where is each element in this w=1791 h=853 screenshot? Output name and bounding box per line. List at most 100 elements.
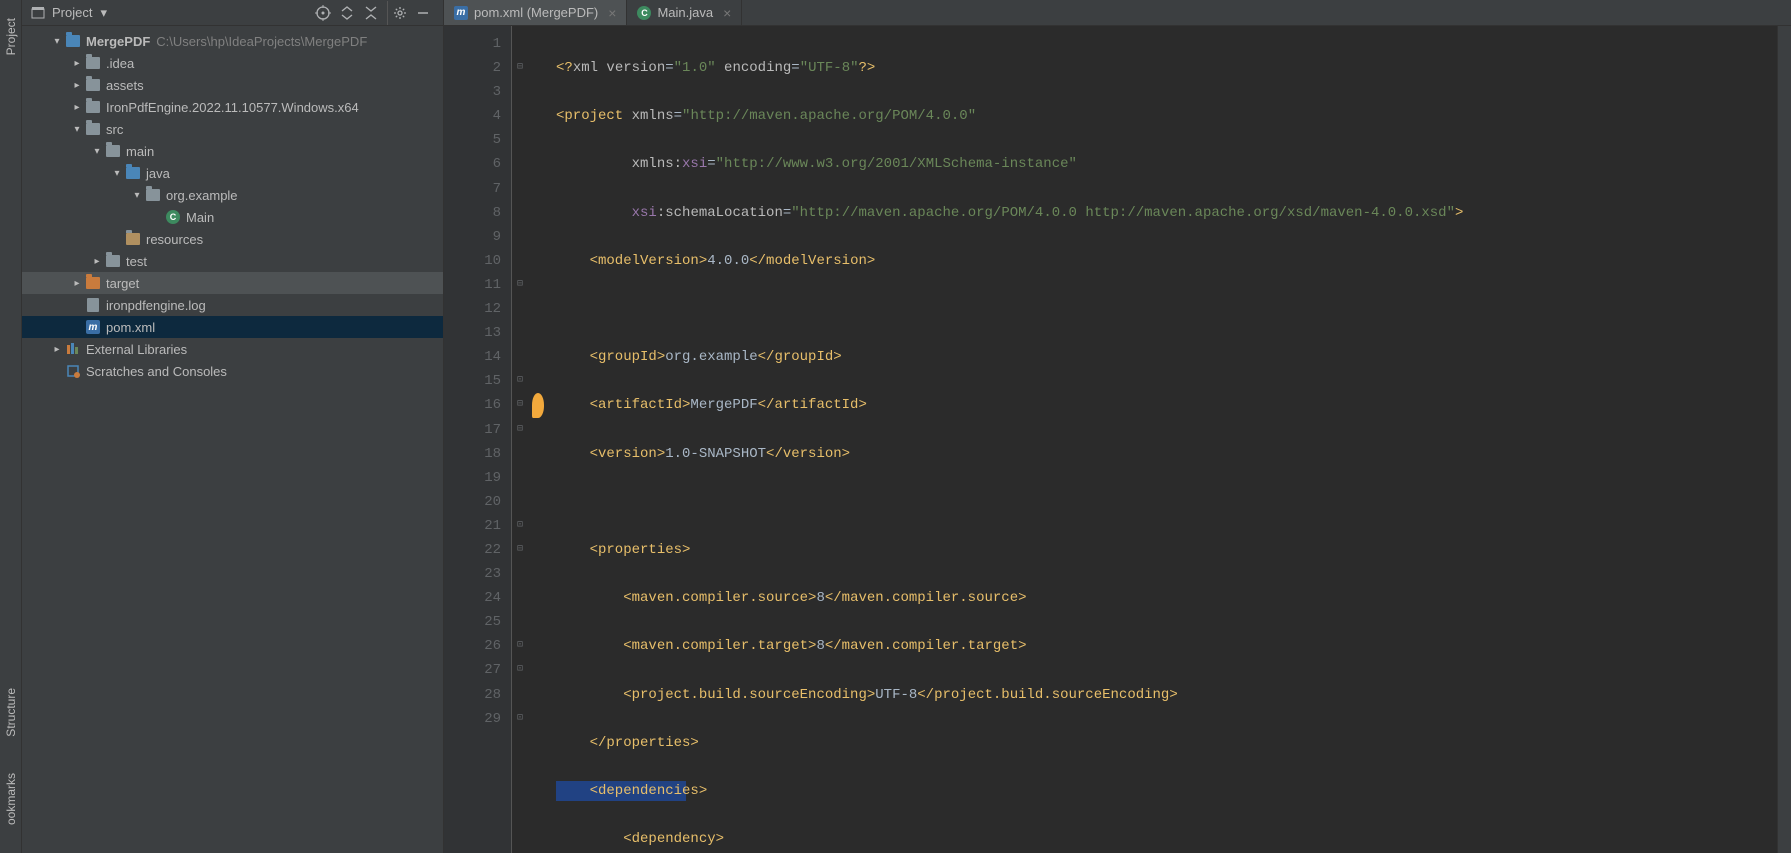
- tree-item-external-libs[interactable]: ▸ External Libraries: [22, 338, 443, 360]
- code-token: <maven.compiler.target>: [556, 638, 816, 654]
- code-content[interactable]: <?xml version="1.0" encoding="UTF-8"?> <…: [548, 26, 1777, 853]
- project-tree[interactable]: ▾ MergePDF C:\Users\hp\IdeaProjects\Merg…: [22, 26, 443, 853]
- tree-label: resources: [146, 232, 203, 247]
- chevron-right-icon[interactable]: ▸: [50, 344, 64, 355]
- chevron-down-icon[interactable]: ▾: [130, 190, 144, 201]
- code-token: </properties>: [556, 735, 699, 751]
- editor-body[interactable]: 1234567891011121314151617181920212223242…: [444, 26, 1791, 853]
- close-icon[interactable]: ×: [723, 5, 731, 21]
- tree-item-main[interactable]: ▾ main: [22, 140, 443, 162]
- chevron-right-icon[interactable]: ▸: [90, 256, 104, 267]
- tree-label: java: [146, 166, 170, 181]
- code-token: "http://maven.apache.org/POM/4.0.0": [682, 108, 976, 124]
- chevron-down-icon[interactable]: ▾: [50, 36, 64, 47]
- bookmarks-tool-button[interactable]: ookmarks: [4, 765, 18, 833]
- tree-item-target[interactable]: ▸ target: [22, 272, 443, 294]
- class-run-icon: C: [164, 210, 182, 224]
- code-token: </artifactId>: [758, 397, 867, 413]
- folder-icon: [104, 255, 122, 267]
- tree-item-main-class[interactable]: C Main: [22, 206, 443, 228]
- code-token: </version>: [766, 446, 850, 462]
- project-header-title: Project: [52, 5, 92, 20]
- tree-item-test[interactable]: ▸ test: [22, 250, 443, 272]
- code-token: encoding: [716, 60, 792, 76]
- chevron-right-icon[interactable]: ▸: [70, 58, 84, 69]
- code-token: =: [665, 60, 673, 76]
- code-token: <dependencies>: [556, 783, 707, 799]
- intention-bulb-icon[interactable]: [532, 393, 544, 417]
- tab-label: pom.xml (MergePDF): [474, 5, 598, 20]
- fold-column[interactable]: ⊟⊟⊡⊟⊟⊡⊟⊡⊡⊡: [512, 26, 528, 853]
- tree-item-java[interactable]: ▾ java: [22, 162, 443, 184]
- tree-label: ironpdfengine.log: [106, 298, 206, 313]
- code-token: <maven.compiler.source>: [556, 590, 816, 606]
- settings-icon[interactable]: [387, 1, 411, 25]
- tab-main-java[interactable]: C Main.java ×: [627, 0, 742, 25]
- code-token: <artifactId>: [556, 397, 690, 413]
- tree-label: MergePDF: [86, 34, 150, 49]
- code-token: UTF-8: [875, 687, 917, 703]
- folder-icon: [84, 123, 102, 135]
- chevron-down-icon[interactable]: ▾: [100, 5, 107, 21]
- tree-item-resources[interactable]: resources: [22, 228, 443, 250]
- tree-item-ironengine[interactable]: ▸ IronPdfEngine.2022.11.10577.Windows.x6…: [22, 96, 443, 118]
- code-token: 8: [816, 638, 824, 654]
- editor-tabs: m pom.xml (MergePDF) × C Main.java ×: [444, 0, 1791, 26]
- code-token: xsi: [632, 205, 657, 221]
- code-token: <project.build.sourceEncoding>: [556, 687, 875, 703]
- tree-root[interactable]: ▾ MergePDF C:\Users\hp\IdeaProjects\Merg…: [22, 30, 443, 52]
- tree-item-assets[interactable]: ▸ assets: [22, 74, 443, 96]
- code-token: </project.build.sourceEncoding>: [917, 687, 1177, 703]
- code-token: =: [791, 60, 799, 76]
- code-token: :schemaLocation: [657, 205, 783, 221]
- code-token: <groupId>: [556, 349, 665, 365]
- left-toolbar: Project Structure ookmarks: [0, 0, 22, 853]
- tree-item-pom[interactable]: m pom.xml: [22, 316, 443, 338]
- project-header: Project ▾: [22, 0, 443, 26]
- project-view-icon[interactable]: [30, 5, 46, 21]
- chevron-down-icon[interactable]: ▾: [110, 168, 124, 179]
- tree-item-src[interactable]: ▾ src: [22, 118, 443, 140]
- resources-folder-icon: [124, 233, 142, 245]
- tree-label: .idea: [106, 56, 134, 71]
- target-icon[interactable]: [311, 1, 335, 25]
- close-icon[interactable]: ×: [608, 5, 616, 21]
- maven-icon: m: [84, 320, 102, 334]
- code-token: <properties>: [556, 542, 690, 558]
- package-icon: [144, 189, 162, 201]
- tree-label: Main: [186, 210, 214, 225]
- tree-item-log[interactable]: ironpdfengine.log: [22, 294, 443, 316]
- chevron-right-icon[interactable]: ▸: [70, 278, 84, 289]
- project-panel: Project ▾ ▾ MergePDF: [22, 0, 444, 853]
- code-token: <modelVersion>: [556, 253, 707, 269]
- tree-item-idea[interactable]: ▸ .idea: [22, 52, 443, 74]
- code-token: [556, 205, 632, 221]
- tree-item-scratches[interactable]: Scratches and Consoles: [22, 360, 443, 382]
- chevron-down-icon[interactable]: ▾: [90, 146, 104, 157]
- code-token: 1.0-SNAPSHOT: [665, 446, 766, 462]
- tab-pom[interactable]: m pom.xml (MergePDF) ×: [444, 0, 627, 25]
- code-token: =: [707, 156, 715, 172]
- intention-column[interactable]: [528, 26, 548, 853]
- hide-panel-icon[interactable]: [411, 1, 435, 25]
- expand-all-icon[interactable]: [335, 1, 359, 25]
- structure-tool-button[interactable]: Structure: [4, 680, 18, 745]
- collapse-all-icon[interactable]: [359, 1, 383, 25]
- tree-item-package[interactable]: ▾ org.example: [22, 184, 443, 206]
- chevron-right-icon[interactable]: ▸: [70, 80, 84, 91]
- code-token: 4.0.0: [707, 253, 749, 269]
- tree-label: target: [106, 276, 139, 291]
- code-token: </modelVersion>: [749, 253, 875, 269]
- project-tool-button[interactable]: Project: [4, 10, 18, 63]
- error-stripe[interactable]: [1777, 26, 1791, 853]
- chevron-down-icon[interactable]: ▾: [70, 124, 84, 135]
- tree-label: test: [126, 254, 147, 269]
- chevron-right-icon[interactable]: ▸: [70, 102, 84, 113]
- code-token: org.example: [665, 349, 757, 365]
- tree-label: pom.xml: [106, 320, 155, 335]
- code-token: </maven.compiler.source>: [825, 590, 1027, 606]
- code-token: xml version: [573, 60, 665, 76]
- tab-label: Main.java: [657, 5, 713, 20]
- folder-icon: [84, 57, 102, 69]
- tree-label: External Libraries: [86, 342, 187, 357]
